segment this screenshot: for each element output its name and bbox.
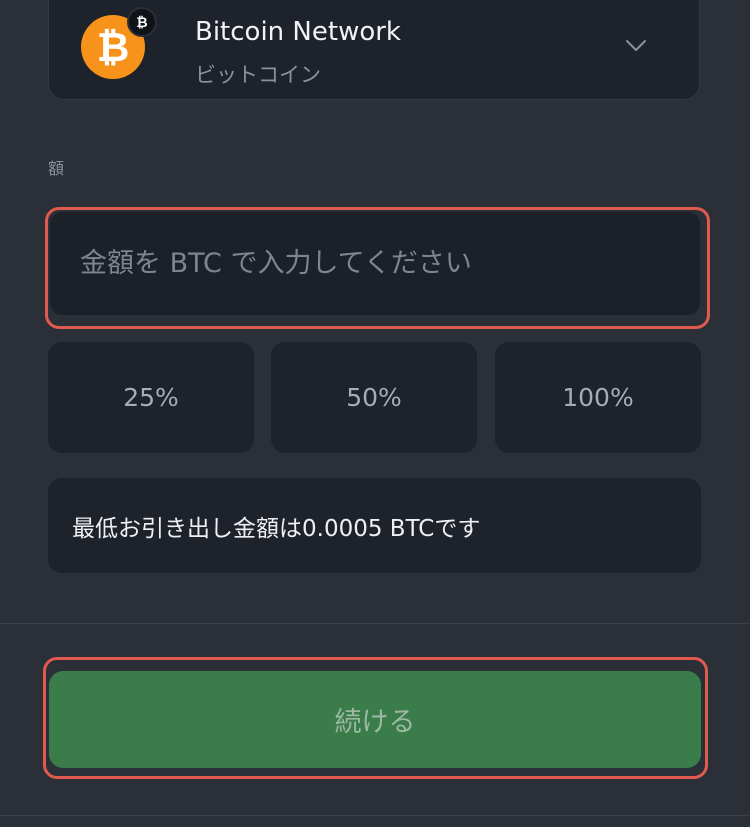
percent-100-button[interactable]: 100%: [495, 342, 701, 453]
min-withdrawal-text: 最低お引き出し金額は0.0005 BTCです: [72, 515, 481, 542]
coin-logo: ₿ ₿: [81, 7, 157, 79]
percent-25-button[interactable]: 25%: [48, 342, 254, 453]
chevron-down-icon[interactable]: [625, 39, 647, 53]
percent-50-button[interactable]: 50%: [271, 342, 477, 453]
amount-input[interactable]: [50, 212, 700, 315]
network-selector[interactable]: ₿ ₿ Bitcoin Network ビットコイン: [48, 0, 700, 100]
network-name: Bitcoin Network: [195, 17, 401, 47]
svg-text:₿: ₿: [97, 26, 130, 68]
bottom-divider: [0, 815, 750, 816]
bitcoin-badge-icon: ₿: [127, 7, 157, 37]
min-withdrawal-notice: 最低お引き出し金額は0.0005 BTCです: [48, 478, 701, 573]
network-subtitle: ビットコイン: [195, 63, 321, 87]
amount-label: 額: [48, 159, 65, 178]
section-divider: [0, 623, 750, 624]
svg-text:₿: ₿: [136, 15, 147, 30]
continue-button[interactable]: 続ける: [49, 671, 701, 768]
